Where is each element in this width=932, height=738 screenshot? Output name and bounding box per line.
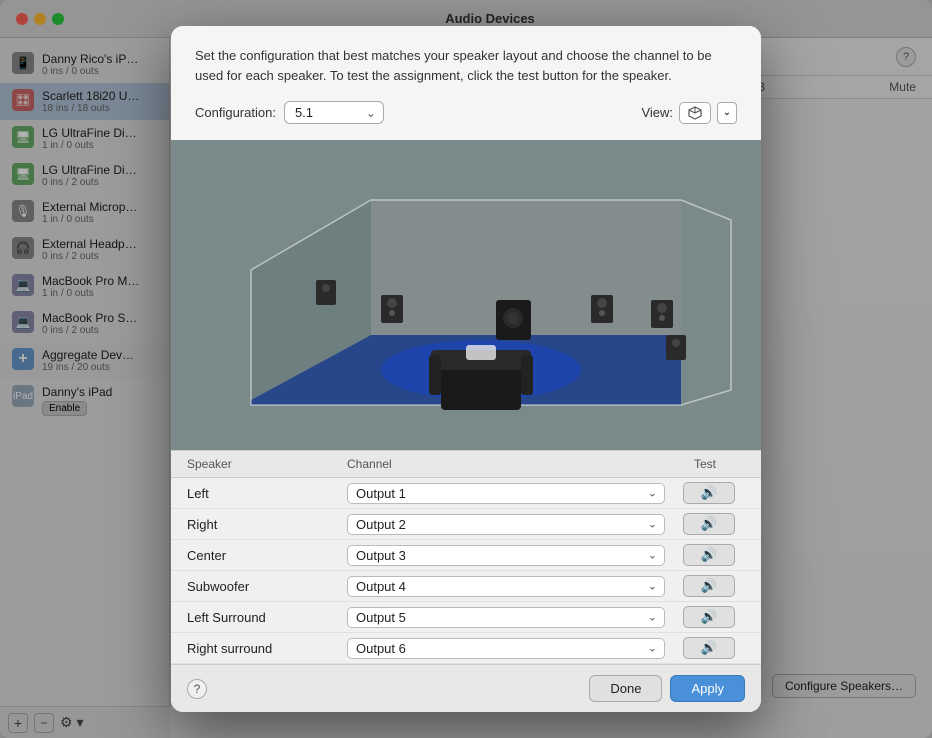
speaker-test-icon: 🔊 (701, 516, 718, 532)
col-channel: Channel (347, 457, 665, 471)
done-button[interactable]: Done (589, 675, 662, 702)
speaker-name-right-surround: Right surround (187, 641, 347, 656)
room-svg (171, 140, 761, 450)
speaker-row-center: Center Output 1Output 2 Output 3Output 4… (171, 540, 761, 571)
col-speaker: Speaker (187, 457, 347, 471)
speaker-row-right: Right Output 1 Output 2Output 3Output 4 … (171, 509, 761, 540)
view-row: View: ⌄ (641, 102, 737, 124)
configure-speakers-modal: Set the configuration that best matches … (171, 26, 761, 712)
config-label: Configuration: (195, 105, 276, 120)
modal-description: Set the configuration that best matches … (195, 46, 737, 85)
cube-icon (687, 105, 703, 121)
speaker-name-center: Center (187, 548, 347, 563)
footer-buttons: Done Apply (589, 675, 745, 702)
channel-select-center-wrapper: Output 1Output 2 Output 3Output 4 Output… (347, 545, 665, 566)
speaker-row-left-surround: Left Surround Output 1Output 2Output 3Ou… (171, 602, 761, 633)
config-select-wrapper: Stereo 4.0 5.1 7.1 Binaural (284, 101, 384, 124)
channel-select-right-wrapper: Output 1 Output 2Output 3Output 4 Output… (347, 514, 665, 535)
test-button-center[interactable]: 🔊 (683, 544, 735, 566)
modal-footer: ? Done Apply (171, 664, 761, 712)
speaker-row-left: Left Output 1 Output 2Output 3Output 4 O… (171, 478, 761, 509)
modal-overlay: Set the configuration that best matches … (0, 0, 932, 738)
speaker-name-left-surround: Left Surround (187, 610, 347, 625)
view-3d-button[interactable] (679, 102, 711, 124)
config-left: Configuration: Stereo 4.0 5.1 7.1 Binaur… (195, 101, 384, 124)
speaker-test-icon: 🔊 (701, 547, 718, 563)
view-toggle-button[interactable]: ⌄ (717, 102, 737, 124)
test-button-right[interactable]: 🔊 (683, 513, 735, 535)
apply-button[interactable]: Apply (670, 675, 745, 702)
test-button-right-surround[interactable]: 🔊 (683, 637, 735, 659)
channel-select-left-wrapper: Output 1 Output 2Output 3Output 4 Output… (347, 483, 665, 504)
modal-help-button[interactable]: ? (187, 679, 207, 699)
channel-select-rs-wrapper: Output 1Output 2Output 3Output 4 Output … (347, 638, 665, 659)
view-label: View: (641, 105, 673, 120)
speaker-test-icon: 🔊 (701, 609, 718, 625)
speaker-test-icon: 🔊 (701, 485, 718, 501)
channel-select-subwoofer[interactable]: Output 1Output 2Output 3 Output 4 Output… (347, 576, 665, 597)
channel-select-center[interactable]: Output 1Output 2 Output 3Output 4 Output… (347, 545, 665, 566)
modal-config-row: Configuration: Stereo 4.0 5.1 7.1 Binaur… (195, 101, 737, 124)
speaker-name-right: Right (187, 517, 347, 532)
speaker-row-subwoofer: Subwoofer Output 1Output 2Output 3 Outpu… (171, 571, 761, 602)
test-button-subwoofer[interactable]: 🔊 (683, 575, 735, 597)
test-button-left[interactable]: 🔊 (683, 482, 735, 504)
channel-select-left[interactable]: Output 1 Output 2Output 3Output 4 Output… (347, 483, 665, 504)
speaker-table-header: Speaker Channel Test (171, 451, 761, 478)
modal-top: Set the configuration that best matches … (171, 26, 761, 140)
col-test: Test (665, 457, 745, 471)
channel-select-right-surround[interactable]: Output 1Output 2Output 3Output 4 Output … (347, 638, 665, 659)
channel-select-left-surround[interactable]: Output 1Output 2Output 3Output 4 Output … (347, 607, 665, 628)
test-button-left-surround[interactable]: 🔊 (683, 606, 735, 628)
speaker-test-icon: 🔊 (701, 578, 718, 594)
channel-select-ls-wrapper: Output 1Output 2Output 3Output 4 Output … (347, 607, 665, 628)
speaker-row-right-surround: Right surround Output 1Output 2Output 3O… (171, 633, 761, 664)
speaker-table: Speaker Channel Test Left Output 1 Outpu… (171, 450, 761, 664)
speaker-name-left: Left (187, 486, 347, 501)
configuration-select[interactable]: Stereo 4.0 5.1 7.1 Binaural (284, 101, 384, 124)
speaker-test-icon: 🔊 (701, 640, 718, 656)
channel-select-right[interactable]: Output 1 Output 2Output 3Output 4 Output… (347, 514, 665, 535)
speaker-name-subwoofer: Subwoofer (187, 579, 347, 594)
channel-select-sub-wrapper: Output 1Output 2Output 3 Output 4 Output… (347, 576, 665, 597)
room-visualization (171, 140, 761, 450)
